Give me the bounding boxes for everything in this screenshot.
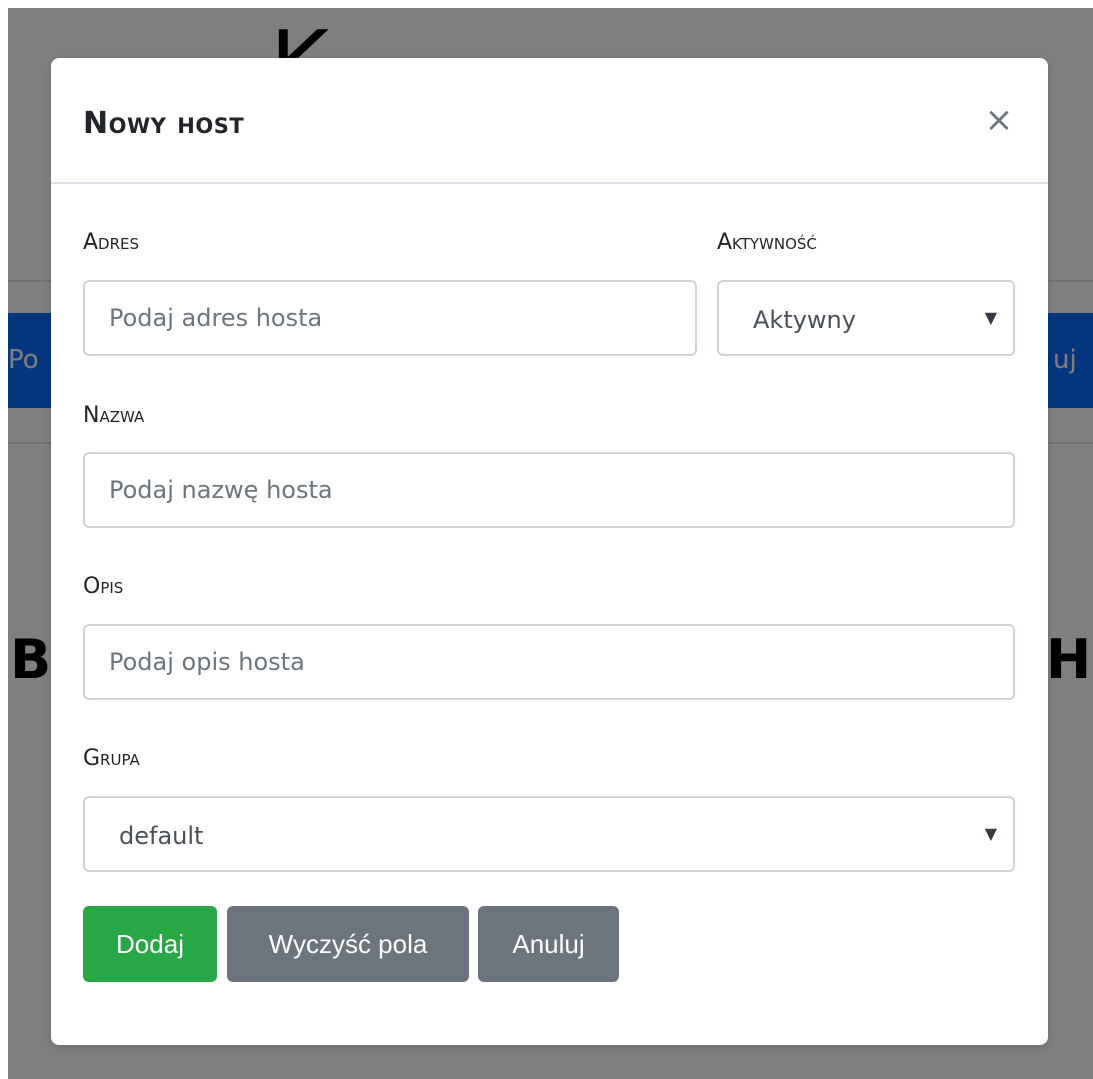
group-select[interactable]: default ▼ xyxy=(83,796,1015,872)
activity-select[interactable]: Aktywny ▼ xyxy=(717,280,1015,356)
group-label: Grupa xyxy=(83,746,140,771)
activity-select-value: Aktywny xyxy=(753,306,856,334)
close-icon[interactable]: × xyxy=(981,102,1017,138)
address-label: Adres xyxy=(83,230,140,255)
new-host-modal: Nowy host × Adres Aktywność Aktywny ▼ Na… xyxy=(51,58,1048,1045)
group-select-value: default xyxy=(119,822,204,850)
modal-header: Nowy host × xyxy=(51,58,1048,184)
clear-fields-button[interactable]: Wyczyść pola xyxy=(227,906,469,982)
address-input[interactable] xyxy=(83,280,697,356)
dropdown-arrow-icon: ▼ xyxy=(984,308,997,327)
activity-label: Aktywność xyxy=(717,230,817,255)
description-label: Opis xyxy=(83,574,124,599)
page: K Po uj B H Nowy host × Adres Aktywność … xyxy=(0,0,1093,1079)
description-input[interactable] xyxy=(83,624,1015,700)
dropdown-arrow-icon: ▼ xyxy=(984,824,997,843)
page-margin xyxy=(0,0,8,1079)
name-input[interactable] xyxy=(83,452,1015,528)
name-label: Nazwa xyxy=(83,403,145,428)
page-margin xyxy=(0,0,1093,8)
add-button[interactable]: Dodaj xyxy=(83,906,217,982)
cancel-button[interactable]: Anuluj xyxy=(478,906,619,982)
modal-title: Nowy host xyxy=(83,106,245,141)
